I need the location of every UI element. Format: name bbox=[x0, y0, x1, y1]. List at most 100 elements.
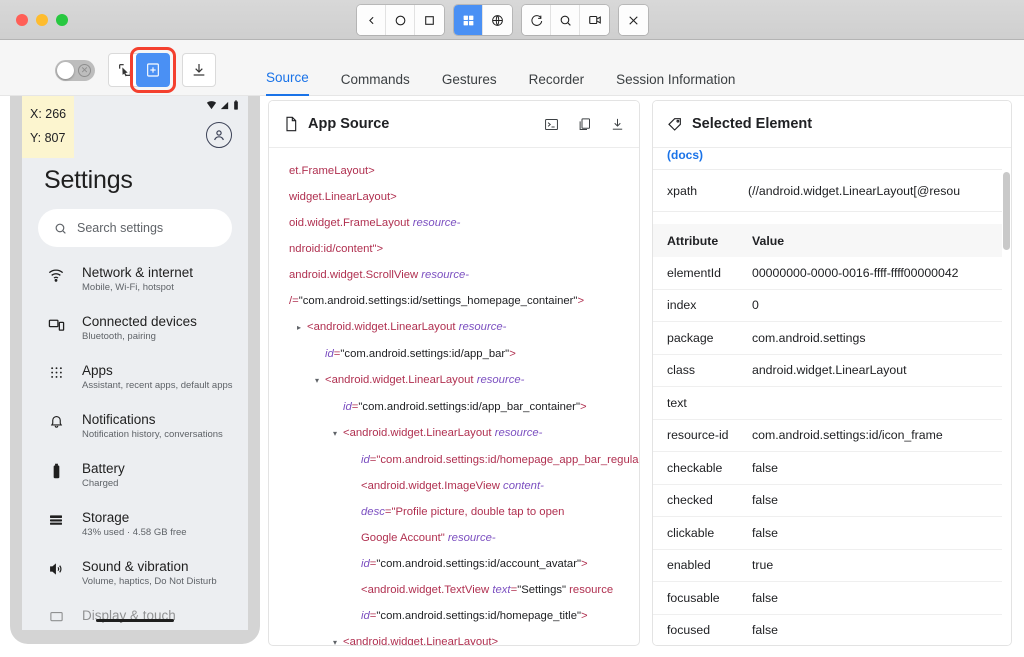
settings-item-title: Sound & vibration bbox=[82, 559, 189, 574]
close-session-button[interactable] bbox=[619, 5, 648, 35]
settings-item-apps[interactable]: Apps Assistant, recent apps, default app… bbox=[22, 363, 248, 393]
tree-expand-arrow[interactable]: ▸ bbox=[297, 315, 307, 341]
xpath-key: xpath bbox=[667, 183, 698, 198]
wifi-icon bbox=[46, 267, 66, 283]
tree-expand-arrow[interactable]: ▾ bbox=[333, 630, 343, 645]
column-attribute: Attribute bbox=[667, 233, 719, 248]
close-icon bbox=[629, 15, 638, 25]
source-tree-line[interactable]: android.widget.ScrollView resource- bbox=[269, 262, 639, 288]
tag-icon bbox=[668, 118, 681, 131]
account-avatar[interactable] bbox=[206, 122, 232, 148]
settings-item-battery[interactable]: Battery Charged bbox=[22, 461, 248, 491]
app-source-actions bbox=[544, 117, 625, 132]
device-screen[interactable]: X: 266 Y: 807 ■ Settings Search set bbox=[22, 96, 248, 630]
coordinate-badge: X: 266 Y: 807 bbox=[22, 96, 75, 158]
coordinate-x: X: 266 bbox=[30, 107, 67, 121]
device-preview: X: 266 Y: 807 ■ Settings Search set bbox=[10, 96, 260, 644]
tab-session-information[interactable]: Session Information bbox=[616, 72, 735, 96]
attribute-table: Attribute Value elementId 00000000-0000-0… bbox=[653, 224, 1002, 645]
toggle-knob bbox=[57, 62, 74, 79]
terminal-icon[interactable] bbox=[544, 117, 559, 132]
download-icon[interactable] bbox=[610, 117, 625, 132]
globe-icon bbox=[492, 14, 503, 26]
source-tree-line[interactable]: /="com.android.settings:id/settings_home… bbox=[269, 288, 639, 314]
inspector-tabs: Source Commands Gestures Recorder Sessio… bbox=[266, 56, 735, 96]
attribute-row: checked false bbox=[653, 485, 1002, 517]
back-button[interactable] bbox=[357, 5, 386, 35]
source-tree-line[interactable]: et.FrameLayout> bbox=[269, 158, 639, 184]
attribute-key: elementId bbox=[667, 265, 722, 280]
tab-gestures[interactable]: Gestures bbox=[442, 72, 497, 96]
attribute-row: class android.widget.LinearLayout bbox=[653, 355, 1002, 387]
selected-element-scrollarea[interactable]: (docs) xpath (//android.widget.LinearLay… bbox=[653, 148, 1002, 645]
source-tree-text: oid.widget.FrameLayout resource- bbox=[289, 217, 461, 229]
download-source-button[interactable] bbox=[182, 53, 216, 87]
vertical-scrollbar[interactable] bbox=[1003, 172, 1010, 250]
source-tree-line[interactable]: ▾ <android.widget.LinearLayout resource- bbox=[269, 367, 639, 394]
tab-commands[interactable]: Commands bbox=[341, 72, 410, 96]
attribute-value: com.android.settings bbox=[752, 330, 866, 345]
refresh-button[interactable] bbox=[522, 5, 551, 35]
attribute-row: text bbox=[653, 387, 1002, 420]
settings-item-notifications[interactable]: Notifications Notification history, conv… bbox=[22, 412, 248, 442]
app-mode-button[interactable] bbox=[454, 5, 483, 35]
source-tree-line[interactable]: id="com.android.settings:id/homepage_tit… bbox=[269, 603, 639, 629]
source-tree-text: et.FrameLayout> bbox=[289, 165, 375, 177]
home-button[interactable] bbox=[386, 5, 415, 35]
xpath-row: xpath (//android.widget.LinearLayout[@re… bbox=[653, 170, 1002, 212]
source-tree-line[interactable]: <android.widget.TextView text="Settings"… bbox=[269, 577, 639, 603]
toggle-off-icon: ✕ bbox=[78, 64, 91, 77]
settings-item-storage[interactable]: Storage 43% used · 4.58 GB free bbox=[22, 510, 248, 540]
source-tree-line[interactable]: id="com.android.settings:id/homepage_app… bbox=[269, 447, 639, 473]
settings-item-display[interactable]: Display & touch bbox=[22, 608, 248, 625]
source-tree-line[interactable]: oid.widget.FrameLayout resource- bbox=[269, 210, 639, 236]
source-tree-line[interactable]: id="com.android.settings:id/account_avat… bbox=[269, 551, 639, 577]
minimize-window-button[interactable] bbox=[36, 13, 48, 26]
copy-icon[interactable] bbox=[577, 117, 592, 132]
settings-item-subtitle: Charged bbox=[82, 478, 119, 489]
tree-expand-arrow[interactable]: ▾ bbox=[333, 421, 343, 447]
source-tree-line[interactable]: ▾ <android.widget.LinearLayout> bbox=[269, 629, 639, 645]
source-tree-text: <android.widget.LinearLayout resource- bbox=[307, 321, 507, 333]
app-source-tree[interactable]: et.FrameLayout> widget.LinearLayout> oid.w… bbox=[269, 148, 639, 645]
selected-element-title: Selected Element bbox=[692, 116, 813, 132]
docs-link[interactable]: (docs) bbox=[653, 148, 1002, 170]
source-tree-line[interactable]: widget.LinearLayout> bbox=[269, 184, 639, 210]
settings-item-network[interactable]: Network & internet Mobile, Wi-Fi, hotspo… bbox=[22, 265, 248, 295]
settings-item-title: Apps bbox=[82, 363, 113, 378]
settings-search-input[interactable]: Search settings bbox=[38, 209, 232, 247]
tab-source[interactable]: Source bbox=[266, 70, 309, 96]
recents-button[interactable] bbox=[415, 5, 444, 35]
session-action-group bbox=[522, 5, 609, 35]
source-tree-line[interactable]: <android.widget.ImageView content- bbox=[269, 473, 639, 499]
source-tree-line[interactable]: desc="Profile picture, double tap to ope… bbox=[269, 499, 639, 525]
tree-expand-arrow[interactable]: ▾ bbox=[315, 368, 325, 394]
source-tree-line[interactable]: ndroid:id/content"> bbox=[269, 236, 639, 262]
settings-item-subtitle: 43% used · 4.58 GB free bbox=[82, 527, 187, 538]
attribute-key: focused bbox=[667, 623, 711, 638]
source-tree-line[interactable]: ▸ <android.widget.LinearLayout resource- bbox=[269, 314, 639, 341]
window-titlebar bbox=[0, 0, 1024, 40]
attribute-row: checkable false bbox=[653, 452, 1002, 485]
source-tree-line[interactable]: id="com.android.settings:id/app_bar"> bbox=[269, 341, 639, 367]
source-tree-line[interactable]: id="com.android.settings:id/app_bar_cont… bbox=[269, 394, 639, 420]
search-button[interactable] bbox=[551, 5, 580, 35]
settings-item-connected-devices[interactable]: Connected devices Bluetooth, pairing bbox=[22, 314, 248, 344]
record-screen-button[interactable] bbox=[580, 5, 609, 35]
settings-item-sound[interactable]: Sound & vibration Volume, haptics, Do No… bbox=[22, 559, 248, 589]
source-tree-line[interactable]: Google Account" resource- bbox=[269, 525, 639, 551]
gesture-navigation-bar[interactable] bbox=[96, 618, 174, 622]
source-refresh-toggle[interactable]: ✕ bbox=[55, 60, 95, 81]
attribute-key: index bbox=[667, 298, 697, 313]
coordinate-y: Y: 807 bbox=[30, 131, 66, 145]
close-window-button[interactable] bbox=[16, 13, 28, 26]
source-tree-line[interactable]: ▾ <android.widget.LinearLayout resource- bbox=[269, 420, 639, 447]
settings-item-title: Battery bbox=[82, 461, 125, 476]
document-icon bbox=[286, 116, 297, 132]
zoom-window-button[interactable] bbox=[56, 13, 68, 26]
tab-recorder[interactable]: Recorder bbox=[529, 72, 585, 96]
source-tree-text: id="com.android.settings:id/account_avat… bbox=[361, 558, 588, 570]
attribute-value: false bbox=[752, 590, 778, 605]
settings-item-subtitle: Notification history, conversations bbox=[82, 429, 223, 440]
web-mode-button[interactable] bbox=[483, 5, 512, 35]
